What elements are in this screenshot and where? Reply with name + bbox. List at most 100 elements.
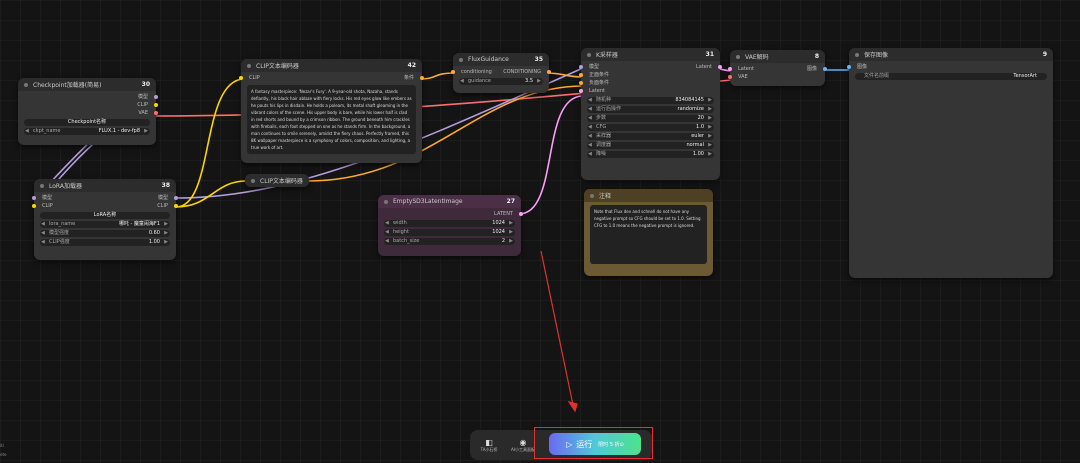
pin-in-clip[interactable] (32, 204, 36, 208)
arrow-right-icon[interactable]: ▶ (509, 220, 513, 227)
node-header[interactable]: 注释 (584, 189, 713, 202)
io-latent-image[interactable]: Latent 图像 (728, 65, 827, 73)
pin-out-image[interactable] (823, 67, 827, 71)
arrow-left-icon[interactable]: ◀ (25, 128, 29, 135)
pin-model[interactable] (154, 95, 158, 99)
pin-out-latent[interactable] (718, 65, 722, 69)
pin-vae[interactable] (154, 111, 158, 115)
arrow-right-icon[interactable]: ▶ (708, 142, 712, 149)
arrow-left-icon[interactable]: ◀ (588, 115, 592, 122)
pin-in-image[interactable] (847, 65, 851, 69)
arrow-left-icon[interactable]: ◀ (41, 239, 45, 246)
node-header[interactable]: EmptySD3LatentImage 27 (378, 195, 521, 208)
pin-out-conditioning[interactable] (420, 76, 424, 80)
arrow-right-icon[interactable]: ▶ (708, 115, 712, 122)
guidance-number[interactable]: ◀ guidance 3.5 ▶ (459, 78, 543, 85)
cfg-number[interactable]: ◀ CFG 1.0 ▶ (587, 124, 714, 131)
pin-out-conditioning[interactable] (547, 70, 551, 74)
node-header[interactable]: 保存图像 9 (849, 48, 1053, 61)
io-vae[interactable]: VAE (728, 73, 825, 81)
arrow-right-icon[interactable]: ▶ (509, 229, 513, 236)
pin-in-latent[interactable] (728, 67, 732, 71)
arrow-right-icon[interactable]: ▶ (708, 151, 712, 158)
arrow-left-icon[interactable]: ◀ (41, 230, 45, 237)
lora-name-select[interactable]: ◀ lora_name 哪吒 - 魔童闹海F1 ▶ (40, 221, 170, 228)
pin-in-positive[interactable] (579, 73, 583, 77)
arrow-left-icon[interactable]: ◀ (460, 78, 464, 85)
io-negative[interactable]: 负面条件 (579, 79, 720, 87)
collapse-dot[interactable] (40, 183, 44, 188)
clip-text-encode-node[interactable]: CLIP文本编码器 42 CLIP 条件 A fantasy masterpie… (239, 59, 424, 163)
io-positive[interactable]: 正面条件 (579, 71, 720, 79)
collapse-dot[interactable] (251, 178, 255, 183)
pin-out-latent[interactable] (519, 212, 523, 216)
pin-clip[interactable] (154, 103, 158, 107)
arrow-left-icon[interactable]: ◀ (385, 220, 389, 227)
pin-in-conditioning[interactable] (451, 70, 455, 74)
seed-number[interactable]: ◀ 随机种 834084145 ▶ (587, 97, 714, 104)
arrow-right-icon[interactable]: ▶ (708, 124, 712, 131)
arrow-left-icon[interactable]: ◀ (41, 221, 45, 228)
model-strength-number[interactable]: ◀ 模型强度 0.60 ▶ (40, 230, 170, 237)
node-header[interactable]: CLIP文本编码器 (245, 174, 309, 187)
empty-latent-image-node[interactable]: EmptySD3LatentImage 27 LATENT ◀ width 1024… (378, 195, 523, 256)
pin-in-negative[interactable] (579, 81, 583, 85)
sampler-select[interactable]: ◀ 采样器 euler ▶ (587, 133, 714, 140)
io-clip-conditioning[interactable]: CLIP 条件 (239, 74, 424, 82)
output-clip[interactable]: CLIP (18, 101, 158, 109)
scheduler-select[interactable]: ◀ 调度器 normal ▶ (587, 142, 714, 149)
control-after-generate-select[interactable]: ◀ 运行后操作 randomize ▶ (587, 106, 714, 113)
pin-out-clip[interactable] (174, 204, 178, 208)
collapse-dot[interactable] (384, 199, 388, 204)
prompt-textarea[interactable]: A fantasy masterpiece: 'Nezar's Fury'. A… (247, 85, 416, 154)
arrow-right-icon[interactable]: ▶ (144, 128, 148, 135)
run-button[interactable]: ▷ 运行 限时 5 折⊙ (549, 433, 641, 455)
arrow-left-icon[interactable]: ◀ (588, 142, 592, 149)
save-image-node[interactable]: 保存图像 9 图像 文件名前缀 TensorArt (847, 48, 1053, 278)
checkpoint-loader-node[interactable]: Checkpoint加载器(简易) 30 模型 CLIP VAE Checkpo… (18, 78, 158, 145)
arrow-left-icon[interactable]: ◀ (588, 97, 592, 104)
node-header[interactable]: FluxGuidance 35 (453, 53, 549, 66)
arrow-left-icon[interactable]: ◀ (588, 106, 592, 113)
arrow-left-icon[interactable]: ◀ (385, 238, 389, 245)
arrow-right-icon[interactable]: ▶ (164, 221, 168, 228)
vae-decode-node[interactable]: VAE解码 8 Latent 图像 VAE (728, 50, 827, 86)
output-vae[interactable]: VAE (18, 109, 158, 117)
io-clip[interactable]: CLIP CLIP (32, 202, 178, 210)
arrow-left-icon[interactable]: ◀ (588, 133, 592, 140)
node-header[interactable]: CLIP文本编码器 42 (241, 59, 422, 72)
lora-loader-node[interactable]: LoRA加载器 38 模型 模型 CLIP CLIP LoRA名称 ◀ lora… (32, 179, 178, 260)
arrow-right-icon[interactable]: ▶ (164, 239, 168, 246)
height-number[interactable]: ◀ height 1024 ▶ (384, 229, 515, 236)
io-image[interactable]: 图像 (847, 63, 1053, 71)
batch-size-number[interactable]: ◀ batch_size 2 ▶ (384, 238, 515, 245)
io-model-latent[interactable]: 模型 Latent (579, 63, 722, 71)
pin-out-model[interactable] (174, 196, 178, 200)
output-latent[interactable]: LATENT (378, 210, 523, 218)
pin-in-model[interactable] (32, 196, 36, 200)
arrow-right-icon[interactable]: ▶ (708, 106, 712, 113)
arrow-right-icon[interactable]: ▶ (537, 78, 541, 85)
arrow-left-icon[interactable]: ◀ (588, 151, 592, 158)
node-header[interactable]: Checkpoint加载器(简易) 30 (18, 78, 156, 91)
pin-in-model[interactable] (579, 65, 583, 69)
io-latent[interactable]: Latent (579, 87, 720, 95)
ksampler-node[interactable]: K采样器 31 模型 Latent 正面条件 负面条件 Latent ◀ 随机种 8… (579, 48, 722, 180)
collapse-dot[interactable] (247, 63, 251, 68)
flux-guidance-node[interactable]: FluxGuidance 35 conditioning CONDITIONIN… (451, 53, 551, 93)
filename-prefix-input[interactable]: 文件名前缀 TensorArt (855, 73, 1047, 80)
arrow-right-icon[interactable]: ▶ (164, 230, 168, 237)
collapse-dot[interactable] (855, 52, 859, 57)
collapse-dot[interactable] (590, 193, 594, 198)
steps-number[interactable]: ◀ 步数 20 ▶ (587, 115, 714, 122)
width-number[interactable]: ◀ width 1024 ▶ (384, 220, 515, 227)
denoise-number[interactable]: ◀ 降噪 1.00 ▶ (587, 151, 714, 158)
clip-text-encode-collapsed-node[interactable]: CLIP文本编码器 (245, 174, 309, 187)
note-node[interactable]: 注释 Note that Flux dev and schnell do not… (584, 189, 713, 276)
ta-item-button[interactable]: ◧ TA小石桥 (472, 438, 506, 453)
arrow-right-icon[interactable]: ▶ (509, 238, 513, 245)
io-model[interactable]: 模型 模型 (32, 194, 178, 202)
io-conditioning[interactable]: conditioning CONDITIONING (451, 68, 551, 76)
collapse-dot[interactable] (24, 82, 28, 87)
pin-in-latent[interactable] (579, 89, 583, 93)
